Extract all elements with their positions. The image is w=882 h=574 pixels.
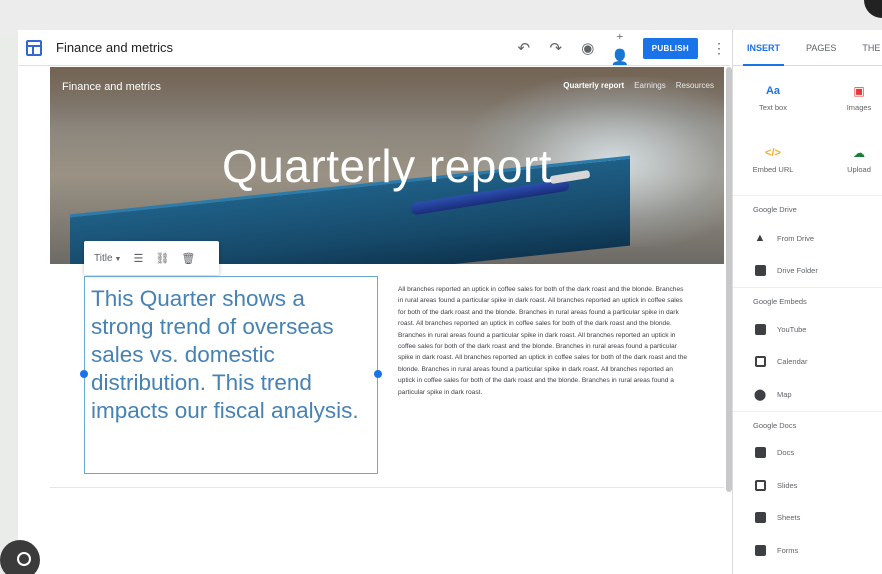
insert-upload[interactable]: ☁ Upload (829, 146, 882, 174)
section-divider (50, 487, 724, 488)
embed-code-icon: </> (765, 147, 781, 159)
sheets-icon (753, 511, 767, 525)
google-drive-icon: ▲ (754, 232, 766, 245)
list-item-map[interactable]: ⬤ Map (733, 378, 882, 411)
sheets-label: Sheets (777, 513, 801, 523)
resize-handle-left[interactable] (80, 370, 88, 378)
insert-images[interactable]: ▣ Images (829, 84, 882, 112)
list-item-forms[interactable]: Forms (733, 534, 882, 567)
youtube-label: YouTube (777, 324, 807, 334)
section-heading-google-docs: Google Docs (733, 410, 882, 437)
more-options-icon[interactable]: ⋮ (712, 40, 726, 57)
insert-embed-url-label: Embed URL (752, 165, 794, 174)
text-box-content[interactable]: This Quarter shows a strong trend of ove… (91, 285, 371, 425)
docs-icon (753, 446, 767, 460)
youtube-icon (753, 322, 767, 336)
insert-text-box[interactable]: Aa Text box (743, 84, 803, 112)
align-left-icon[interactable]: ☰ (133, 252, 143, 265)
list-item-sheets[interactable]: Sheets (733, 502, 882, 535)
tab-insert[interactable]: INSERT (733, 30, 785, 66)
body-paragraph[interactable]: All branches reported an uptick in coffe… (398, 284, 688, 398)
map-pin-icon: ⬤ (753, 388, 767, 401)
cloud-upload-icon: ☁ (853, 146, 865, 160)
text-style-dropdown[interactable]: Title ▼ (94, 253, 121, 264)
tab-themes[interactable]: THE (836, 30, 880, 66)
tab-pages[interactable]: PAGES (780, 30, 836, 66)
insert-grid: Aa Text box ▣ Images </> Embed URL ☁ Upl… (733, 66, 882, 196)
hero-banner[interactable]: Finance and metrics Quarterly report Ear… (50, 67, 724, 264)
calendar-icon (753, 355, 767, 369)
site-title[interactable]: Finance and metrics (62, 81, 161, 93)
list-item-youtube[interactable]: YouTube (733, 313, 882, 346)
resize-handle-right[interactable] (374, 370, 382, 378)
section-heading-google-drive: Google Drive (753, 205, 797, 214)
list-item-calendar[interactable]: Calendar (733, 346, 882, 379)
forms-label: Forms (777, 545, 799, 555)
page-canvas: Finance and metrics Quarterly report Ear… (18, 67, 724, 574)
image-icon: ▣ (853, 84, 865, 98)
forms-icon (753, 543, 767, 557)
delete-trash-icon[interactable]: 🗑 (181, 252, 195, 265)
list-item-from-drive[interactable]: ▲ From Drive (733, 222, 882, 255)
insert-text-box-label: Text box (759, 103, 787, 112)
nav-item-earnings[interactable]: Earnings (634, 81, 666, 90)
list-item-drive-folder[interactable]: Drive Folder (733, 255, 882, 288)
publish-button[interactable]: PUBLISH (642, 37, 698, 59)
insert-images-label: Images (846, 103, 872, 112)
preview-eye-icon[interactable]: ◉ (579, 39, 597, 57)
section-heading-google-embeds: Google Embeds (733, 287, 882, 313)
slides-icon (753, 478, 767, 492)
undo-icon[interactable]: ↶ (515, 39, 533, 57)
from-drive-label: From Drive (777, 233, 815, 243)
nav-item-resources[interactable]: Resources (676, 81, 714, 90)
panel-tabs: INSERT PAGES THE (733, 30, 882, 66)
link-icon[interactable]: ⛓ (155, 252, 169, 265)
docs-label: Docs (777, 448, 795, 458)
selected-text-box[interactable]: This Quarter shows a strong trend of ove… (80, 276, 382, 474)
text-box-icon: Aa (765, 85, 781, 97)
share-add-person-icon[interactable]: ⁺👤 (611, 30, 630, 66)
redo-icon[interactable]: ↷ (547, 39, 565, 57)
page-heading[interactable]: Quarterly report (50, 139, 724, 193)
insert-side-panel: INSERT PAGES THE Aa Text box ▣ Images </… (732, 30, 882, 574)
drive-folder-label: Drive Folder (777, 266, 818, 276)
text-style-value: Title (94, 252, 113, 264)
map-label: Map (777, 389, 792, 399)
caret-down-icon: ▼ (114, 255, 122, 263)
sites-logo-icon (26, 39, 42, 56)
insert-embed-url[interactable]: </> Embed URL (743, 146, 803, 174)
visual-search-lens-icon[interactable] (0, 540, 40, 574)
sites-editor-window: Finance and metrics ↶ ↷ ◉ ⁺👤 PUBLISH ⋮ F… (18, 30, 882, 574)
toolbar-actions: ↶ ↷ ◉ ⁺👤 PUBLISH ⋮ (515, 30, 726, 66)
app-toolbar: Finance and metrics ↶ ↷ ◉ ⁺👤 PUBLISH ⋮ (18, 30, 730, 66)
list-item-docs[interactable]: Docs (733, 437, 882, 470)
folder-icon (753, 264, 767, 278)
site-navigation: Quarterly report Earnings Resources (563, 81, 714, 90)
insert-upload-label: Upload (847, 165, 871, 174)
list-item-slides[interactable]: Slides (733, 469, 882, 502)
text-format-toolbar: Title ▼ ☰ ⛓ 🗑 (84, 241, 219, 275)
calendar-label: Calendar (777, 357, 808, 367)
slides-label: Slides (777, 480, 798, 490)
nav-item-quarterly-report[interactable]: Quarterly report (563, 81, 624, 90)
document-title[interactable]: Finance and metrics (56, 40, 173, 55)
